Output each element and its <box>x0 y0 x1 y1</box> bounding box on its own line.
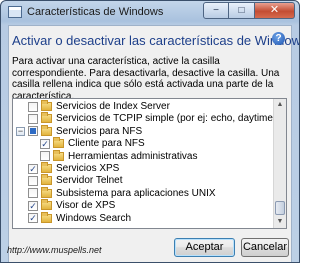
feature-row[interactable]: − Servicios para NFS <box>16 124 143 138</box>
maximize-icon: □ <box>238 4 245 16</box>
feature-label: Servidor Telnet <box>56 175 123 187</box>
folder-icon <box>53 149 64 161</box>
caption-buttons: − □ ✕ <box>203 2 295 19</box>
feature-checkbox[interactable] <box>40 151 50 162</box>
feature-label: Windows Search <box>56 212 132 224</box>
feature-checkbox[interactable] <box>28 175 38 186</box>
accept-button[interactable]: Aceptar <box>174 238 235 257</box>
feature-checkbox[interactable]: ✓ <box>28 163 38 174</box>
page-heading: Activar o desactivar las características… <box>12 33 300 48</box>
features-dialog: Características de Windows − □ ✕ Activar… <box>0 0 300 263</box>
watermark-text: http://www.muspells.net <box>7 245 102 255</box>
feature-label: Servicios de Index Server <box>56 101 170 112</box>
feature-checkbox[interactable] <box>28 188 38 199</box>
close-button[interactable]: ✕ <box>255 2 295 19</box>
feature-row[interactable]: ✓ Servicios XPS <box>16 162 119 175</box>
feature-label: Subsistema para aplicaciones UNIX <box>56 187 216 199</box>
folder-icon <box>41 211 52 223</box>
feature-checkbox[interactable] <box>28 101 38 112</box>
feature-row[interactable]: ✓ Visor de XPS <box>16 199 115 212</box>
feature-row[interactable]: Herramientas administrativas <box>28 149 198 163</box>
scrollbar-thumb[interactable] <box>275 201 285 215</box>
feature-row[interactable]: Servicios de TCPIP simple (por ej: echo,… <box>16 112 287 125</box>
minimize-button[interactable]: − <box>203 2 229 19</box>
close-icon: ✕ <box>269 4 280 16</box>
minimize-icon: − <box>213 4 219 16</box>
feature-checkbox[interactable] <box>28 113 38 124</box>
vertical-scrollbar[interactable]: ▲ ▼ <box>273 99 286 228</box>
feature-checkbox[interactable]: ✓ <box>40 138 50 149</box>
feature-checkbox[interactable]: ✓ <box>28 200 38 211</box>
folder-icon <box>41 174 52 186</box>
folder-icon <box>41 186 52 198</box>
feature-label: Servicios para NFS <box>56 125 143 137</box>
feature-row[interactable]: Servicios de Index Server <box>16 100 170 113</box>
feature-row[interactable]: ✓ Windows Search <box>16 211 132 225</box>
features-tree[interactable]: Servicios de Index Server Servicios de TC… <box>12 98 287 229</box>
collapse-icon[interactable]: − <box>16 126 25 136</box>
feature-label: Servicios XPS <box>56 163 120 174</box>
scroll-down-icon[interactable]: ▼ <box>274 216 286 228</box>
folder-icon <box>41 124 52 136</box>
feature-label: Cliente para NFS <box>68 138 145 150</box>
folder-icon <box>41 162 52 173</box>
feature-label: Herramientas administrativas <box>68 150 198 162</box>
feature-row[interactable]: Servidor Telnet <box>16 174 123 187</box>
feature-checkbox[interactable]: ✓ <box>28 213 38 224</box>
folder-icon <box>41 112 52 124</box>
maximize-button[interactable]: □ <box>229 2 255 19</box>
dialog-client-area: Activar o desactivar las características… <box>8 25 299 262</box>
feature-checkbox[interactable] <box>28 126 38 137</box>
cancel-button[interactable]: Cancelar <box>241 238 289 257</box>
title-bar[interactable]: Características de Windows − □ ✕ <box>1 1 299 25</box>
feature-label: Visor de XPS <box>56 200 116 212</box>
feature-row[interactable]: ✓ Cliente para NFS <box>28 137 145 150</box>
feature-label: Servicios de TCPIP simple (por ej: echo,… <box>56 113 287 125</box>
folder-icon <box>53 137 64 149</box>
folder-icon <box>41 199 52 211</box>
feature-row[interactable]: Subsistema para aplicaciones UNIX <box>16 186 216 200</box>
scroll-up-icon[interactable]: ▲ <box>274 99 286 111</box>
description-text: Para activar una característica, active … <box>12 56 280 102</box>
folder-icon <box>41 100 52 111</box>
window-title: Características de Windows <box>27 6 164 18</box>
help-icon[interactable]: ? <box>272 32 285 45</box>
window-app-icon <box>8 6 22 18</box>
